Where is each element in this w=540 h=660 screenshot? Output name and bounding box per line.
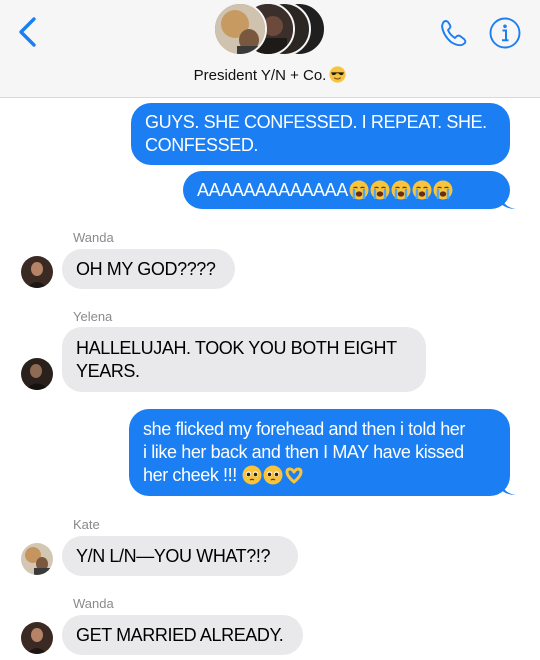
- message-text: Y/N L/N—YOU WHAT?!?: [76, 545, 271, 566]
- sender-name: Kate: [73, 517, 100, 532]
- incoming-message-bubble[interactable]: OH MY GOD????: [62, 249, 235, 289]
- loudly-crying-face-emoji-icon: [349, 180, 369, 200]
- message-text: AAAAAAAAAAAAA: [197, 179, 348, 200]
- incoming-message-bubble[interactable]: Y/N L/N—YOU WHAT?!?: [62, 536, 298, 576]
- bubble-tail: [500, 193, 516, 209]
- loudly-crying-face-emoji-icon: [370, 180, 390, 200]
- conversation-title[interactable]: President Y/N + Co.: [0, 66, 540, 87]
- sender-name: Yelena: [73, 309, 113, 324]
- heart-hands-emoji-icon: [284, 465, 304, 485]
- conversation-header: President Y/N + Co.: [0, 0, 540, 98]
- sender-avatar[interactable]: [21, 543, 53, 575]
- incoming-message-bubble[interactable]: GET MARRIED ALREADY.: [62, 615, 303, 655]
- conversation-title-text: President Y/N + Co.: [193, 67, 327, 84]
- info-icon[interactable]: [488, 16, 522, 50]
- loudly-crying-face-emoji-icon: [412, 180, 432, 200]
- message-text: OH MY GOD????: [76, 258, 216, 279]
- outgoing-message-bubble[interactable]: AAAAAAAAAAAAA: [183, 171, 510, 209]
- incoming-message-bubble[interactable]: HALLELUJAH. TOOK YOU BOTH EIGHT YEARS.: [62, 327, 426, 392]
- message-text: GET MARRIED ALREADY.: [76, 624, 284, 645]
- outgoing-message-bubble[interactable]: GUYS. SHE CONFESSED. I REPEAT. SHE. CONF…: [131, 103, 510, 165]
- pleading-face-emoji-icon: [263, 465, 283, 485]
- group-avatar-stack[interactable]: [213, 2, 328, 60]
- group-member-avatar: [213, 2, 267, 56]
- sender-avatar[interactable]: [21, 622, 53, 654]
- message-text: HALLELUJAH. TOOK YOU BOTH EIGHT YEARS.: [76, 337, 397, 381]
- outgoing-message-bubble[interactable]: she flicked my forehead and then i told …: [129, 409, 510, 496]
- sender-avatar[interactable]: [21, 256, 53, 288]
- pleading-face-emoji-icon: [242, 465, 262, 485]
- message-text: GUYS. SHE CONFESSED. I REPEAT. SHE. CONF…: [145, 112, 487, 155]
- sender-name: Wanda: [73, 596, 114, 611]
- sender-name: Wanda: [73, 230, 114, 245]
- loudly-crying-face-emoji-icon: [391, 180, 411, 200]
- sender-avatar[interactable]: [21, 358, 53, 390]
- sunglasses-face-emoji-icon: [329, 66, 346, 87]
- bubble-tail: [500, 479, 516, 495]
- back-chevron-icon[interactable]: [14, 16, 44, 48]
- phone-call-icon[interactable]: [437, 16, 471, 50]
- loudly-crying-face-emoji-icon: [433, 180, 453, 200]
